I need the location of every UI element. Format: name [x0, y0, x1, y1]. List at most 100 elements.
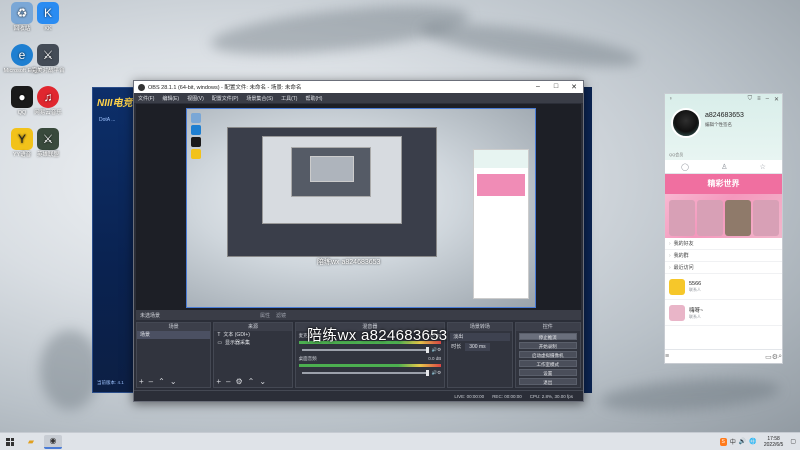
close-icon[interactable]: ✕	[565, 83, 583, 91]
contact-item[interactable]: 嗨呀~ 联系人	[665, 300, 782, 326]
shield-icon[interactable]: ⛉	[748, 96, 753, 103]
banner-title: 精彩世界	[665, 174, 782, 194]
add-icon[interactable]: +	[139, 377, 144, 386]
studio-mode-button[interactable]: 工作室模式	[518, 360, 577, 367]
taskbar-app-folder[interactable]: ▰	[22, 435, 40, 449]
sources-header: 来源	[214, 323, 292, 331]
gear-icon[interactable]: ⚙	[437, 347, 441, 353]
obs-logo-icon	[138, 83, 145, 91]
volume-slider[interactable]	[301, 369, 429, 376]
obs-menu-bar: 文件(F) 编辑(E) 视图(V) 配置文件(P) 场景集合(S) 工具(T) …	[134, 93, 583, 103]
network-icon[interactable]: 🌐	[749, 438, 756, 445]
obs-status-bar: LIVE: 00:00:00 REC: 00:00:00 CPU: 2.8%, …	[134, 390, 583, 401]
qq-signature[interactable]: 编辑个性签名	[705, 122, 732, 128]
contact-item[interactable]: 5566 联系人	[665, 274, 782, 300]
remove-icon[interactable]: –	[226, 377, 230, 386]
filters-button[interactable]: 滤镜	[276, 312, 286, 319]
menu-help[interactable]: 帮助(H)	[305, 95, 322, 102]
qq-promo-banner[interactable]: 精彩世界	[665, 174, 782, 238]
list-item[interactable]: › 我的群	[665, 250, 782, 262]
menu-scene-collection[interactable]: 场景集合(S)	[246, 95, 273, 102]
qq-panel[interactable]: ♆ ⛉ ≡ – ✕ a824683653 编辑个性签名 QQ会员 ◯ ♙ ☆ 精…	[664, 93, 783, 364]
no-scene-label: 未选场景	[140, 312, 161, 319]
menu-tools[interactable]: 工具(T)	[281, 95, 297, 102]
chevron-right-icon: ›	[669, 252, 671, 259]
kk-icon: K	[37, 2, 59, 24]
nested-chat-window	[473, 149, 529, 299]
list-item[interactable]: › 我的好友	[665, 238, 782, 250]
duration-field[interactable]: 300 ms	[465, 343, 490, 351]
contact-avatar	[669, 304, 685, 321]
settings-button[interactable]: 设置	[518, 369, 577, 376]
avatar[interactable]	[671, 108, 701, 138]
duration-row: 时长 300 ms	[448, 343, 511, 351]
notification-icon[interactable]: ▢	[790, 438, 796, 445]
desktop-icon-lol[interactable]: ⚔ 英雄联盟	[28, 128, 68, 159]
move-down-icon[interactable]: ⌄	[170, 377, 177, 386]
menu-profile[interactable]: 配置文件(P)	[212, 95, 239, 102]
obs-preview[interactable]: 陪练wx a824683653	[136, 104, 581, 318]
sources-panel: 来源 T 文本 (GDI+) ▭ 显示器采集 + – ⚙ ⌃ ⌄	[213, 322, 293, 388]
menu-view[interactable]: 视图(V)	[187, 95, 204, 102]
close-icon[interactable]: ✕	[774, 96, 779, 103]
clock[interactable]: 17:58 2022/6/5	[760, 436, 787, 448]
exit-button[interactable]: 退出	[518, 378, 577, 385]
gear-icon[interactable]: ⚙	[235, 377, 242, 386]
start-button[interactable]	[0, 433, 20, 450]
space-tab-icon[interactable]: ☆	[760, 163, 766, 171]
watermark-text: 陪练wx a824683653	[307, 327, 448, 344]
message-tab-icon[interactable]: ◯	[681, 163, 689, 171]
menu-edit[interactable]: 编辑(E)	[162, 95, 179, 102]
add-icon[interactable]: +	[216, 377, 221, 386]
search-icon[interactable]: ⌕	[778, 353, 782, 361]
minimize-icon[interactable]: –	[529, 83, 547, 91]
move-up-icon[interactable]: ⌃	[158, 377, 165, 386]
menu-file[interactable]: 文件(F)	[138, 95, 154, 102]
qq-username: a824683653	[705, 112, 744, 119]
volume-slider[interactable]	[301, 346, 429, 353]
desktop-icon-game-platform[interactable]: ⚔ 完美对战平台	[28, 44, 68, 75]
source-item[interactable]: T 文本 (GDI+)	[214, 331, 291, 339]
cpu-fps: CPU: 2.8%, 30.00 fps	[529, 393, 573, 399]
banner-photo	[697, 200, 723, 236]
lol-icon: ⚔	[37, 128, 59, 150]
scenes-header: 场景	[137, 323, 211, 331]
qq-profile-header: ♆ ⛉ ≡ – ✕ a824683653 编辑个性签名 QQ会员	[665, 94, 782, 160]
ime-icon[interactable]: S	[719, 437, 727, 446]
pin-icon[interactable]: ♆	[669, 96, 673, 102]
system-tray: S 中 🔊 🌐 17:58 2022/6/5 ▢	[719, 436, 800, 448]
rec-time: REC: 00:00:00	[492, 393, 522, 399]
menu-icon[interactable]: ≡	[757, 96, 761, 103]
taskbar-app-obs[interactable]: ◉	[44, 434, 62, 449]
maximize-icon[interactable]: □	[547, 83, 565, 91]
desktop-icon-kk[interactable]: K KK	[28, 2, 68, 33]
qq-footer: ≡ ▭ ⚙ ⌕	[665, 349, 782, 363]
obs-title-bar[interactable]: OBS 28.1.1 (64-bit, windows) - 配置文件: 未命名…	[134, 81, 583, 93]
transition-select[interactable]: 淡出	[450, 333, 510, 341]
menu-icon[interactable]: ≡	[665, 353, 669, 360]
chevron-right-icon: ›	[669, 264, 671, 271]
properties-button[interactable]: 属性	[260, 312, 270, 319]
monitor-source-icon: ▭	[217, 340, 223, 346]
gear-icon[interactable]: ⚙	[437, 370, 441, 376]
background-app-version: 当前版本: 4.1	[97, 380, 124, 385]
ime-mode[interactable]: 中	[730, 437, 736, 446]
virtual-camera-button[interactable]: 启动虚拟摄像机	[518, 351, 577, 358]
remove-icon[interactable]: –	[149, 377, 153, 386]
volume-icon[interactable]: 🔊	[739, 438, 746, 445]
move-up-icon[interactable]: ⌃	[248, 377, 255, 386]
move-down-icon[interactable]: ⌄	[259, 377, 266, 386]
desktop-icon-netease[interactable]: ♫ 网易云音乐	[28, 86, 68, 117]
source-item[interactable]: ▭ 显示器采集	[214, 339, 291, 347]
controls-panel: 控件 停止推流 开始录制 启动虚拟摄像机 工作室模式 设置 退出	[514, 322, 581, 388]
stop-streaming-button[interactable]: 停止推流	[518, 333, 577, 340]
video-icon[interactable]: ▭	[765, 353, 772, 361]
list-item[interactable]: › 最近访问	[665, 262, 782, 274]
scene-item[interactable]: 场景	[137, 331, 211, 339]
windows-icon	[6, 437, 14, 446]
minimize-icon[interactable]: –	[766, 96, 769, 103]
transitions-panel: 场景转场 淡出 时长 300 ms	[447, 322, 513, 388]
contacts-tab-icon[interactable]: ♙	[721, 163, 727, 171]
start-recording-button[interactable]: 开始录制	[518, 342, 577, 349]
obs-window[interactable]: OBS 28.1.1 (64-bit, windows) - 配置文件: 未命名…	[133, 80, 584, 402]
